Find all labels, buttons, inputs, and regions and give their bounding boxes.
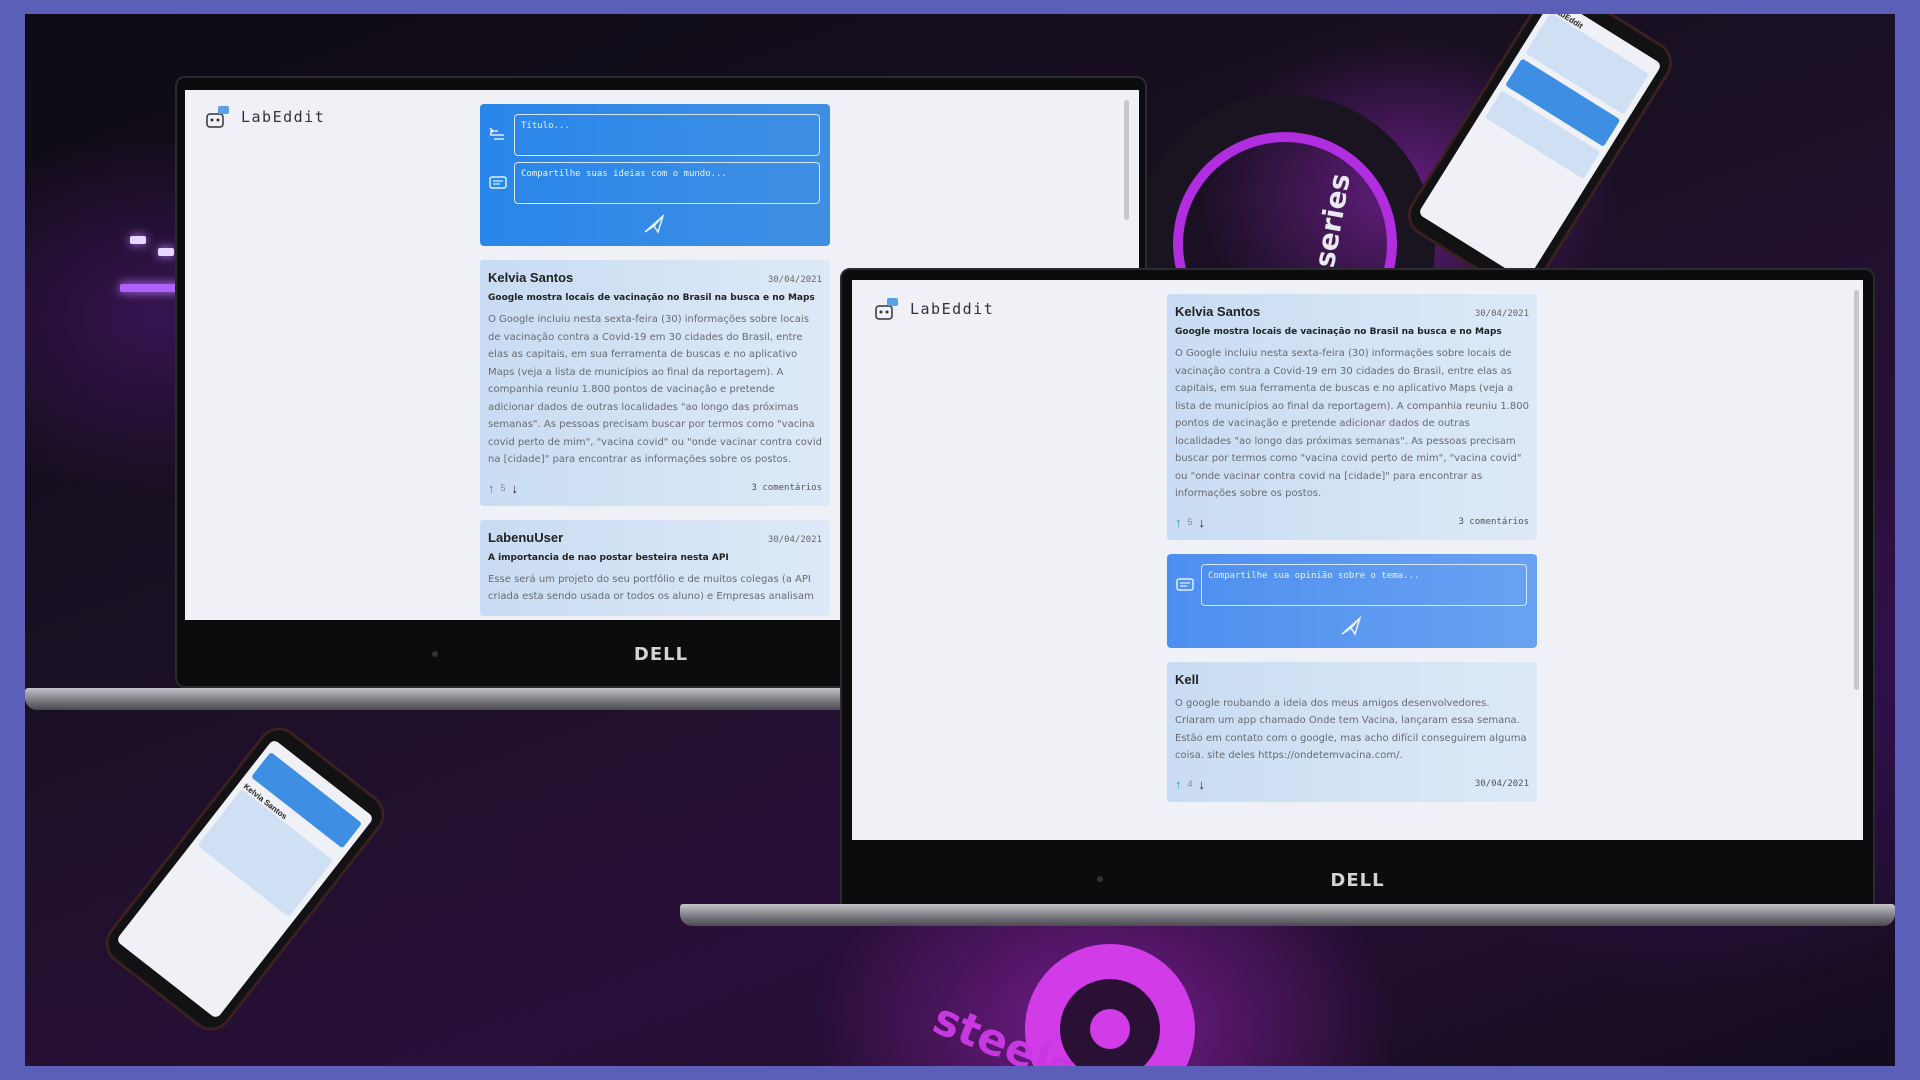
comment-body: O google roubando a ideia dos meus amigo… (1175, 697, 1527, 762)
comment-author: Kell (1175, 671, 1199, 687)
app-name: LabEddit (910, 300, 995, 318)
feed: Kelvia Santos 30/04/2021 Google mostra l… (1167, 294, 1537, 802)
mockup-scene: series steels LabEddit Kelvia Santos Lab… (25, 14, 1895, 1066)
post-title: Google mostra locais de vacinação no Bra… (1175, 327, 1502, 337)
chat-icon (1176, 577, 1194, 591)
vote-count: 5 (1187, 517, 1193, 527)
laptop-front-lid: LabEddit Kelvia Santos 30/04/2021 Google… (840, 268, 1875, 920)
post-author: Kelvia Santos (1175, 304, 1261, 319)
post-card[interactable]: Kelvia Santos 30/04/2021 Google mostra l… (1167, 294, 1537, 540)
comment-date: 30/04/2021 (1474, 779, 1529, 789)
downvote-icon[interactable]: ↓ (1199, 777, 1206, 792)
post-date: 30/04/2021 (1474, 309, 1529, 319)
comment-card: Kell O google roubando a ideia dos meus … (1167, 661, 1537, 802)
new-comment-form: Compartilhe sua opinião sobre o tema... (1167, 553, 1537, 648)
app-logo: LabEddit (874, 296, 994, 322)
upvote-icon[interactable]: ↑ (1175, 777, 1182, 792)
laptop-front-base (680, 904, 1895, 926)
scrollbar[interactable] (1854, 290, 1859, 690)
downvote-icon[interactable]: ↓ (1199, 515, 1206, 530)
vote-count: 4 (1187, 779, 1193, 789)
robot-logo-icon (875, 298, 898, 320)
post-body: O Google incluiu nesta sexta-feira (30) … (1175, 348, 1530, 499)
laptop-front: LabEddit Kelvia Santos 30/04/2021 Google… (25, 14, 1895, 1066)
webcam (1097, 876, 1103, 882)
laptop-front-screen: LabEddit Kelvia Santos 30/04/2021 Google… (852, 280, 1863, 840)
comments-count: 3 comentários (1458, 517, 1529, 527)
laptop-brand: DELL (1330, 869, 1385, 891)
upvote-icon[interactable]: ↑ (1175, 515, 1182, 530)
send-icon[interactable] (1339, 614, 1363, 638)
vote-controls: ↑ 5 ↓ (1175, 515, 1205, 530)
comment-input[interactable]: Compartilhe sua opinião sobre o tema... (1201, 563, 1527, 606)
vote-controls: ↑ 4 ↓ (1175, 777, 1205, 792)
